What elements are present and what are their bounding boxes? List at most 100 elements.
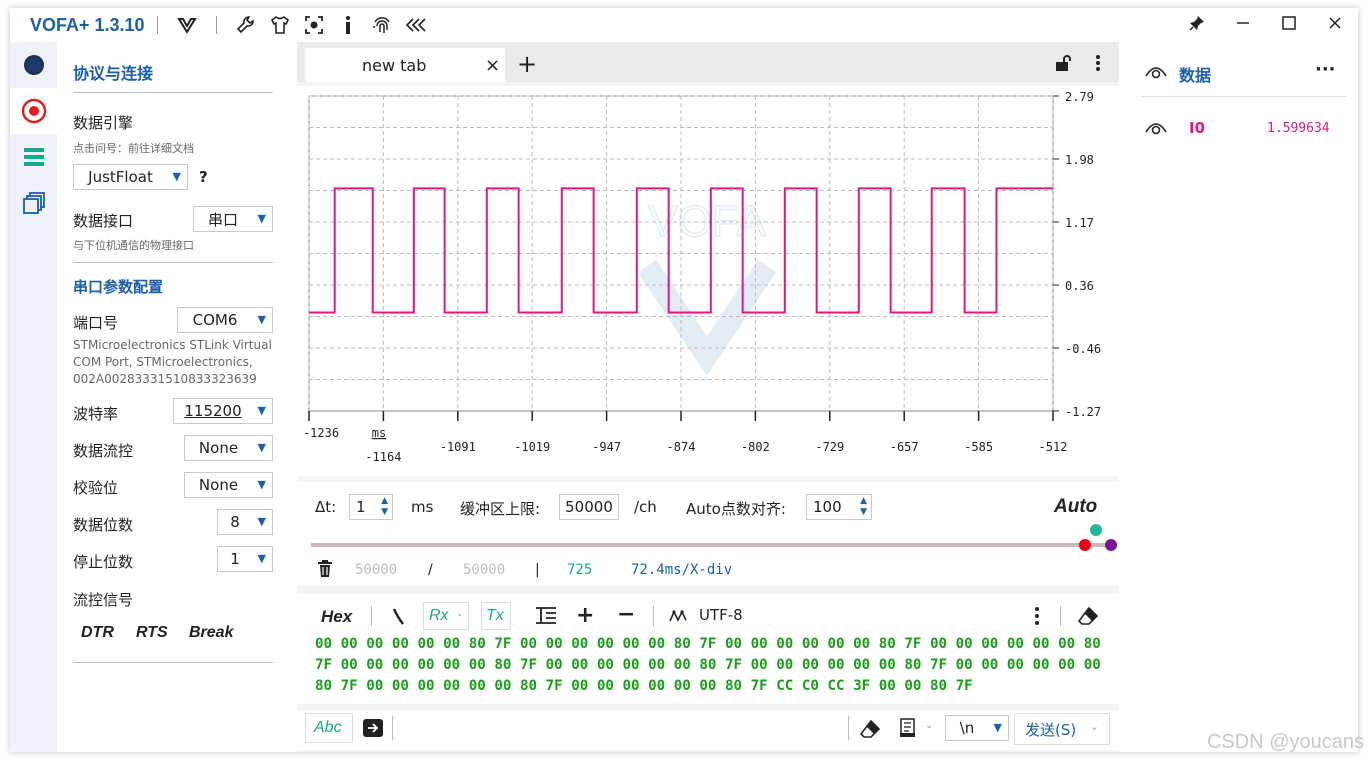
tab-new[interactable]: new tab ×	[305, 48, 505, 82]
stat-buffer: 50000	[463, 562, 506, 578]
databits-select[interactable]: 8 ▼	[217, 509, 273, 535]
stopbits-select[interactable]: 1 ▼	[217, 546, 273, 572]
unlock-icon[interactable]	[1054, 54, 1072, 76]
dt-label: Δt:	[315, 498, 337, 516]
channel-row[interactable]: I0 1.599634	[1141, 108, 1346, 148]
record-target-icon	[21, 98, 46, 124]
x-tick-label: -1164	[365, 450, 401, 464]
fingerprint-icon[interactable]	[365, 10, 399, 40]
trash-icon[interactable]	[317, 560, 333, 582]
port-label: 端口号	[73, 314, 119, 332]
text-format-icon[interactable]	[535, 606, 557, 630]
receive-panel: Hex Rx ⌄ Tx + − UTF-8 00 00 00 00 00 00 …	[297, 594, 1119, 704]
stat-xdiv: 72.4ms/X-div	[631, 562, 733, 578]
chevron-down-icon: ▼	[257, 212, 266, 225]
shirt-icon[interactable]	[263, 10, 297, 40]
eye-icon[interactable]	[1145, 64, 1167, 84]
layers-icon	[22, 192, 45, 214]
slider-handle-right[interactable]	[1105, 539, 1117, 551]
auto-align-spinbox[interactable]: 100 ▲ ▼	[806, 494, 872, 520]
auto-align-label: Auto点数对齐:	[686, 500, 786, 518]
chevron-down-icon: ▼	[993, 721, 1002, 734]
sidebar-item-commands[interactable]	[10, 134, 57, 180]
chart-svg: VOFA 2.79 1.98 1.17 0.36 -0.46 -1.27 -1236 -11…	[303, 90, 1101, 464]
plus-icon[interactable]: +	[576, 603, 594, 628]
wrench-icon[interactable]	[229, 10, 263, 40]
dtr-button[interactable]: DTR	[81, 624, 114, 642]
script-icon[interactable]	[899, 718, 917, 742]
buffer-input[interactable]: 50000	[559, 494, 619, 520]
close-icon[interactable]	[1312, 8, 1358, 38]
stat-received: 50000	[355, 562, 398, 578]
eye-icon[interactable]	[1145, 120, 1167, 140]
waveform-chart[interactable]: VOFA 2.79 1.98 1.17 0.36 -0.46 -1.27 -1236 -11…	[297, 86, 1119, 476]
info-icon[interactable]	[331, 10, 365, 40]
abc-toggle[interactable]: Abc	[305, 713, 353, 743]
sidebar-item-connection[interactable]	[10, 88, 57, 134]
x-unit-label: ms	[372, 426, 386, 440]
break-button[interactable]: Break	[189, 624, 233, 642]
eraser-icon[interactable]	[1077, 606, 1099, 630]
slider-handle-top[interactable]	[1090, 524, 1102, 536]
x-tick-label: -657	[890, 440, 919, 454]
tab-label: new tab	[362, 55, 427, 75]
help-button[interactable]: ?	[199, 168, 208, 186]
x-tick-label: -585	[964, 440, 993, 454]
encoding-label[interactable]: UTF-8	[699, 606, 743, 624]
engine-label: 数据引擎	[73, 114, 134, 132]
auto-button[interactable]: Auto	[1054, 496, 1097, 518]
timeline-slider-track[interactable]	[311, 543, 1107, 547]
engine-select[interactable]: JustFloat ▼	[73, 164, 188, 190]
interface-hint: 与下位机通信的物理接口	[73, 239, 194, 252]
more-vertical-icon[interactable]	[1095, 54, 1101, 76]
clear-send-eraser-icon[interactable]	[859, 719, 881, 743]
send-file-icon[interactable]	[363, 719, 383, 741]
protocol-panel: 协议与连接 数据引擎 点击问号：前往详细文档 JustFloat ▼ ? 数据接口…	[57, 42, 297, 752]
databits-label: 数据位数	[73, 516, 134, 534]
hex-toggle[interactable]: Hex	[321, 607, 352, 627]
buffer-unit: /ch	[634, 498, 657, 516]
maximize-icon[interactable]	[1266, 8, 1312, 38]
section-title-serial: 串口参数配置	[73, 278, 164, 296]
more-horizontal-icon[interactable]: ···	[1315, 59, 1336, 80]
port-description: STMicroelectronics STLink Virtual COM Po…	[73, 338, 272, 386]
receive-hex-data: 00 00 00 00 00 00 80 7F 00 00 00 00 00 0…	[315, 636, 1101, 694]
more-vertical-icon[interactable]	[1034, 606, 1040, 630]
stat-separator: |	[535, 562, 540, 578]
vofa-logo-icon[interactable]	[170, 10, 204, 40]
interface-label: 数据接口	[73, 212, 134, 230]
dark-circle-icon	[23, 55, 44, 75]
tab-close-icon[interactable]: ×	[485, 55, 500, 76]
parity-select[interactable]: None ▼	[184, 472, 273, 498]
port-select[interactable]: COM6 ▼	[177, 307, 273, 333]
spin-arrows-icon[interactable]: ▲ ▼	[381, 496, 388, 518]
waveform-icon[interactable]	[669, 608, 689, 627]
dt-spinbox[interactable]: 1 ▲ ▼	[349, 494, 393, 520]
slider-handle-left[interactable]	[1079, 539, 1091, 551]
chevron-down-icon[interactable]: ⌄	[925, 720, 933, 731]
minus-icon[interactable]: −	[617, 602, 635, 627]
add-tab-button[interactable]: +	[517, 50, 537, 78]
engine-hint: 点击问号：前往详细文档	[73, 142, 194, 155]
newline-select[interactable]: \n ▼	[945, 715, 1009, 741]
camera-focus-icon[interactable]	[297, 10, 331, 40]
tx-toggle[interactable]: Tx	[481, 602, 511, 630]
parity-label: 校验位	[73, 479, 119, 497]
cursor-icon[interactable]	[391, 606, 405, 630]
baud-select[interactable]: 115200 ▼	[173, 398, 273, 424]
sidebar-item-theme[interactable]	[10, 42, 57, 88]
chevron-down-icon: ⌄	[456, 609, 464, 619]
sidebar-item-widgets[interactable]	[10, 180, 57, 226]
chart-control-panel: Δt: 1 ▲ ▼ ms 缓冲区上限: 50000 /ch Auto点数对齐: 1…	[297, 482, 1119, 586]
minimize-icon[interactable]	[1220, 8, 1266, 38]
spin-arrows-icon[interactable]: ▲ ▼	[860, 496, 867, 518]
y-tick-label: 2.79	[1065, 90, 1094, 104]
rx-toggle[interactable]: Rx ⌄	[423, 602, 469, 630]
stat-points: 725	[567, 562, 593, 578]
collapse-left-icon[interactable]	[399, 10, 433, 40]
rts-button[interactable]: RTS	[136, 624, 168, 642]
flow-control-select[interactable]: None ▼	[184, 435, 273, 461]
interface-select[interactable]: 串口 ▼	[193, 206, 273, 232]
send-button[interactable]: 发送(S) ⌄	[1014, 713, 1110, 745]
pin-icon[interactable]	[1174, 8, 1220, 38]
